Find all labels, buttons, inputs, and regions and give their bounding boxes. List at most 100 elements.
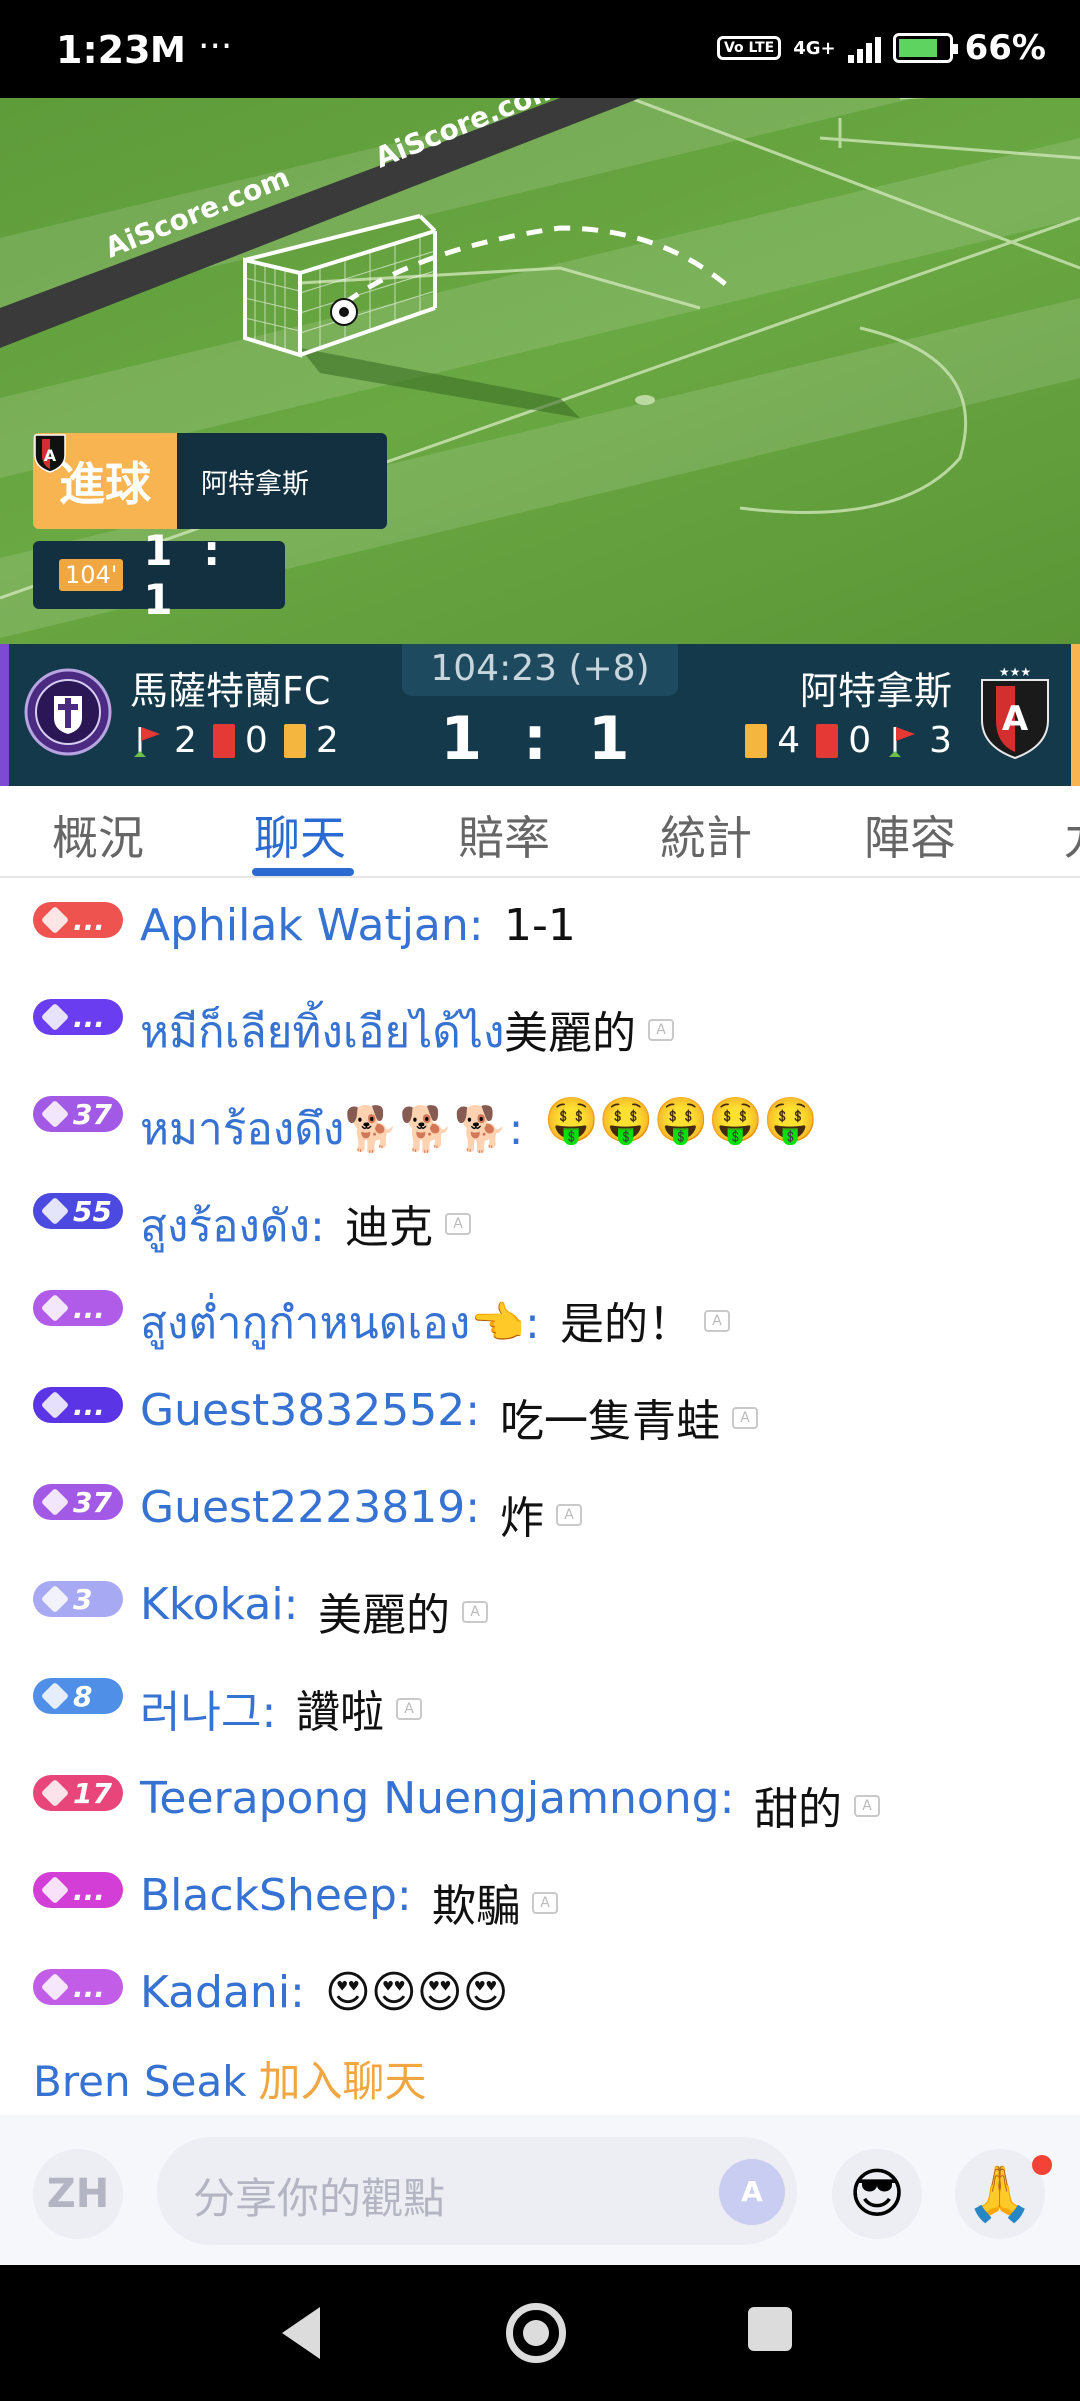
red-card-icon	[816, 723, 839, 758]
translate-icon[interactable]: A	[556, 1504, 582, 1526]
language-button[interactable]: ZH	[33, 2149, 123, 2239]
chat-username[interactable]: 러나그:	[140, 1676, 276, 1740]
diamond-icon	[40, 1099, 70, 1129]
away-yellow-cards: 4	[777, 720, 801, 761]
chat-message-text: 美麗的	[318, 1590, 450, 1641]
user-level-badge: 8	[33, 1678, 123, 1714]
chat-input-placeholder: 分享你的觀點	[193, 2174, 446, 2223]
status-bar: 1:23 M ··· Vo LTE 4G+ 66%	[0, 0, 1080, 98]
tab-lineup[interactable]: 陣容	[864, 802, 956, 868]
diamond-icon	[40, 1487, 70, 1517]
chat-message: 55 สูงร้องดัง: 迪克 A	[0, 1179, 1080, 1259]
back-icon[interactable]	[282, 2307, 320, 2359]
chat-username[interactable]: Guest2223819:	[140, 1482, 480, 1533]
join-text: 加入聊天	[258, 2057, 427, 2106]
diamond-icon	[40, 905, 70, 935]
chat-message: ... สูงต่ำกูกำหนดเอง👈: 是的！ A	[0, 1276, 1080, 1356]
chat-message: 37 Guest2223819: 炸 A	[0, 1470, 1080, 1550]
system-nav-bar	[0, 2265, 1080, 2401]
chat-message: 37 หมาร้องดึง🐕🐕🐕: 🤑🤑🤑🤑🤑	[0, 1082, 1080, 1162]
match-clock: 104:23 (+8)	[402, 644, 678, 696]
sunglasses-emoji-button[interactable]: 😎	[832, 2149, 922, 2239]
chat-input[interactable]: 分享你的觀點 A	[157, 2137, 797, 2245]
diamond-icon	[40, 1390, 70, 1420]
user-level: 17	[73, 1776, 112, 1810]
home-icon[interactable]	[506, 2303, 566, 2363]
chat-message-text: 迪克	[345, 1202, 433, 1253]
chat-message-text: 是的！	[560, 1299, 692, 1350]
ai-translate-icon[interactable]: A	[719, 2159, 785, 2225]
user-level-badge: 3	[33, 1581, 123, 1617]
diamond-icon	[40, 1002, 70, 1032]
tab-overview[interactable]: 概況	[52, 802, 144, 868]
translate-icon[interactable]: A	[396, 1698, 422, 1720]
tab-chat[interactable]: 聊天	[254, 802, 346, 868]
away-team-name[interactable]: 阿特拿斯	[800, 660, 952, 715]
gmail-icon: M	[150, 30, 186, 71]
corner-flag-icon	[889, 726, 916, 757]
chat-message-text: 欺騙	[432, 1881, 520, 1932]
animation-score-value: 1 : 1	[143, 526, 229, 624]
battery-icon	[892, 33, 958, 63]
chat-message: 17 Teerapong Nuengjamnong: 甜的 A	[0, 1761, 1080, 1841]
scoreboard: 馬薩特蘭FC 2 0 2 104:23 (+8) 1 : 1 阿特拿斯 4 0	[0, 644, 1080, 786]
tab-more[interactable]: 九	[1064, 802, 1080, 868]
user-level: ...	[73, 1388, 105, 1422]
status-time: 1:23	[56, 28, 151, 72]
recents-icon[interactable]	[748, 2307, 792, 2351]
chat-username[interactable]: สูงต่ำกูกำหนดเอง👈:	[140, 1288, 540, 1358]
chat-message: 8 러나그: 讚啦 A	[0, 1664, 1080, 1744]
chat-message: 3 Kkokai: 美麗的 A	[0, 1567, 1080, 1647]
chat-message: ... BlackSheep: 欺騙 A	[0, 1858, 1080, 1938]
user-level: ...	[73, 1873, 105, 1907]
user-level: 3	[73, 1582, 93, 1616]
chat-username[interactable]: Aphilak Watjan:	[140, 900, 484, 951]
diamond-icon	[40, 1972, 70, 2002]
chat-username[interactable]: BlackSheep:	[140, 1870, 412, 1921]
chat-message: ... Aphilak Watjan: 1-1	[0, 888, 1080, 968]
diamond-icon	[40, 1584, 70, 1614]
chat-message-text: 炸	[500, 1493, 544, 1544]
translate-icon[interactable]: A	[532, 1892, 558, 1914]
chat-message: ... Kadani: 😍😍😍😍	[0, 1955, 1080, 2035]
chat-username[interactable]: Kadani:	[140, 1967, 305, 2018]
chat-message-text: 吃一隻青蛙	[500, 1396, 720, 1447]
diamond-icon	[40, 1196, 70, 1226]
chat-username[interactable]: Guest3832552:	[140, 1385, 480, 1436]
chat-username[interactable]: สูงร้องดัง:	[140, 1191, 325, 1261]
more-notifications-icon: ···	[198, 26, 233, 67]
translate-icon[interactable]: A	[732, 1407, 758, 1429]
chat-message-text: 1-1	[504, 900, 576, 951]
tab-stats[interactable]: 統計	[660, 802, 752, 868]
diamond-icon	[40, 1681, 70, 1711]
user-level-badge: ...	[33, 1872, 123, 1908]
chat-message-text: 美麗的	[504, 1008, 636, 1059]
active-tab-indicator	[252, 868, 354, 876]
user-level-badge: 55	[33, 1193, 123, 1229]
translate-icon[interactable]: A	[854, 1795, 880, 1817]
chat-username[interactable]: หมีก็เลียทิ้งเอียได้ไง	[140, 997, 504, 1067]
chat-username[interactable]: Teerapong Nuengjamnong:	[140, 1773, 734, 1824]
tab-odds[interactable]: 賠率	[458, 802, 550, 868]
chat-username[interactable]: หมาร้องดึง🐕🐕🐕:	[140, 1094, 524, 1164]
away-team-stats: 4 0 3	[745, 720, 962, 761]
goal-team: A 阿特拿斯	[34, 433, 387, 529]
join-notice: Bren Seak 加入聊天	[33, 2048, 427, 2109]
chat-input-bar: ZH 分享你的觀點 A 😎 🙏	[0, 2115, 1080, 2265]
chat-message-text: 甜的	[754, 1784, 842, 1835]
user-level: 55	[73, 1194, 112, 1228]
svg-text:A: A	[44, 446, 57, 465]
user-level: ...	[73, 1291, 105, 1325]
user-level-badge: 37	[33, 1484, 123, 1520]
join-user[interactable]: Bren Seak	[33, 2057, 247, 2106]
translate-icon[interactable]: A	[445, 1213, 471, 1235]
translate-icon[interactable]: A	[648, 1019, 674, 1041]
app-screen: 1:23 M ··· Vo LTE 4G+ 66% AiScore.com Ai…	[0, 0, 1080, 2401]
atlas-crest-icon[interactable]: ★★★ A	[976, 664, 1054, 760]
translate-icon[interactable]: A	[462, 1601, 488, 1623]
translate-icon[interactable]: A	[704, 1310, 730, 1332]
battery-percent: 66%	[964, 28, 1046, 68]
away-red-cards: 0	[848, 720, 872, 761]
chat-list[interactable]: ... Aphilak Watjan: 1-1... หมีก็เลียทิ้งเอี…	[0, 880, 1080, 2115]
chat-username[interactable]: Kkokai:	[140, 1579, 298, 1630]
